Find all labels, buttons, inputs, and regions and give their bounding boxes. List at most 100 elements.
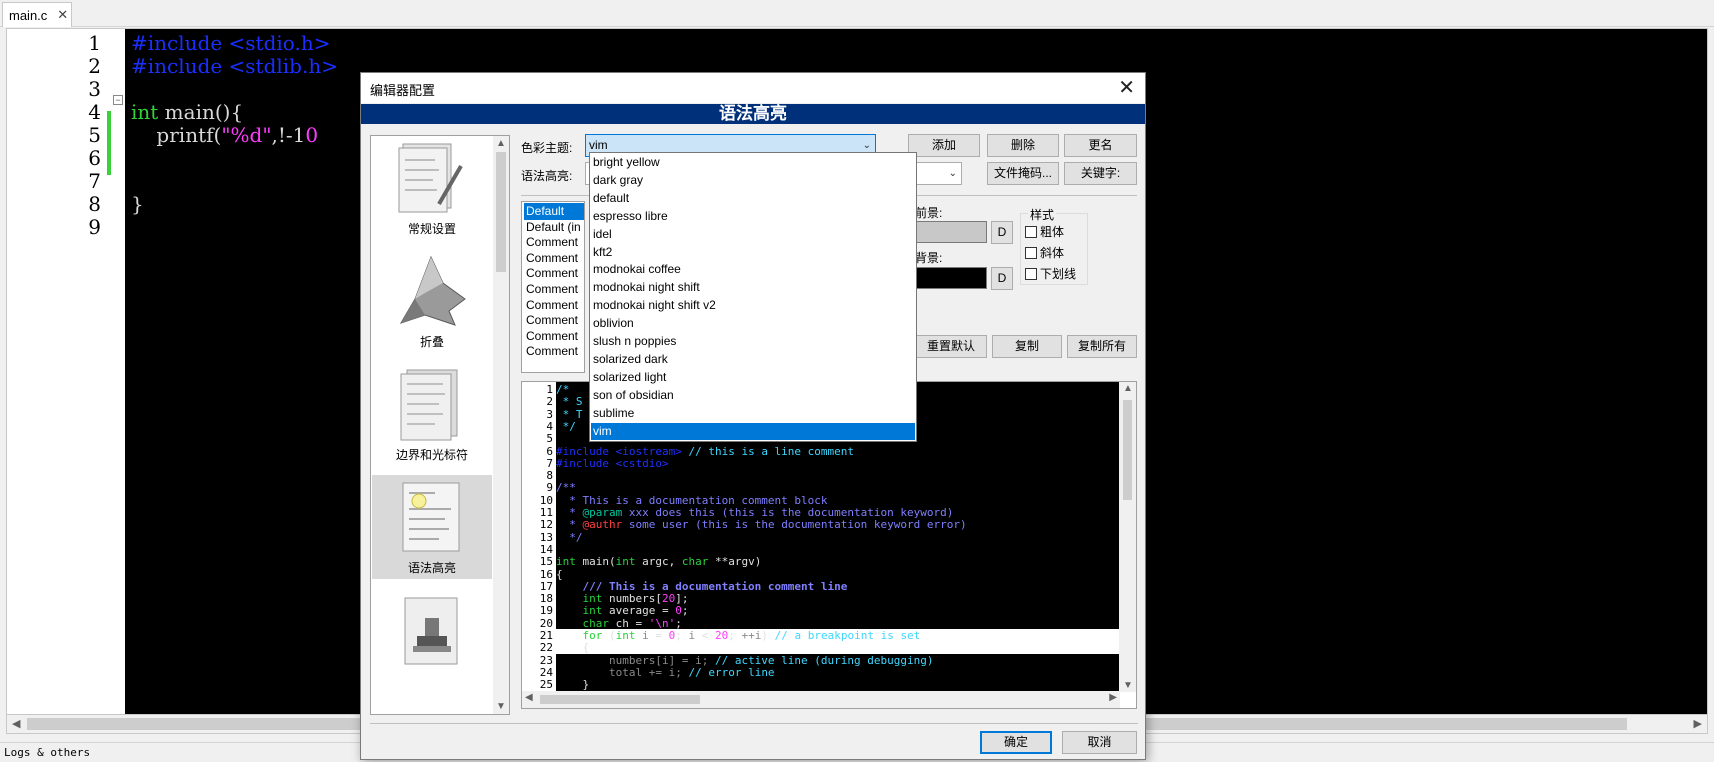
theme-option[interactable]: espresso libre xyxy=(591,208,915,225)
preview-line-number: 17 xyxy=(539,579,553,593)
nav-scrollbar[interactable]: ▲ ▼ xyxy=(493,136,509,714)
style-list-item[interactable]: Comment xyxy=(524,312,578,329)
preview-line-number: 7 xyxy=(546,456,553,470)
nav-item-general[interactable]: 常规设置 xyxy=(372,136,492,240)
theme-option[interactable]: vim xyxy=(591,422,915,440)
theme-option[interactable]: solarized dark xyxy=(591,351,915,368)
preview-line-number: 19 xyxy=(539,604,553,618)
preview-scroll-thumb[interactable] xyxy=(1123,400,1132,500)
preview-token: int xyxy=(615,555,636,569)
scroll-right-icon[interactable]: ▶ xyxy=(1694,717,1702,730)
preview-code-line: * S xyxy=(556,395,583,408)
scroll-down-icon[interactable]: ▼ xyxy=(1123,680,1133,691)
preview-line-number: 8 xyxy=(546,469,553,483)
preview-line-number: 4 xyxy=(546,419,553,433)
cancel-button[interactable]: 取消 xyxy=(1062,731,1137,754)
italic-checkbox[interactable]: 斜体 xyxy=(1025,244,1064,261)
preview-token: } xyxy=(556,678,590,692)
preview-token: // a breakpoint is set xyxy=(774,629,921,642)
scroll-left-icon[interactable]: ◀ xyxy=(12,717,20,730)
preview-code-line: numbers[i] = i; // active line (during d… xyxy=(556,654,934,667)
nav-scroll-thumb[interactable] xyxy=(496,152,506,272)
theme-option[interactable]: sublime xyxy=(591,405,915,422)
preview-token: /** xyxy=(556,481,576,495)
tab-label: main.c xyxy=(9,7,48,23)
preview-token: ( xyxy=(602,629,616,642)
delete-button[interactable]: 删除 xyxy=(987,134,1059,157)
line-number: 8 xyxy=(88,192,101,216)
theme-option[interactable]: bright yellow xyxy=(591,154,915,171)
style-list-item[interactable]: Comment xyxy=(524,250,578,267)
copy-all-button[interactable]: 复制所有 xyxy=(1067,335,1137,358)
nav-item-syntax[interactable]: 语法高亮 xyxy=(372,475,492,579)
file-masks-button[interactable]: 文件掩码... xyxy=(987,162,1059,185)
preview-code-line: * @param xxx does this (this is the docu… xyxy=(556,506,953,519)
style-list-item[interactable]: Comment xyxy=(524,297,578,314)
scroll-up-icon[interactable]: ▲ xyxy=(496,138,506,149)
code-line: #include <stdlib.h> xyxy=(131,54,338,78)
preview-token: int xyxy=(556,604,603,618)
foreground-default-button[interactable]: D xyxy=(991,221,1013,244)
color-theme-label: 色彩主题: xyxy=(521,141,573,155)
scroll-up-icon[interactable]: ▲ xyxy=(1123,383,1133,394)
style-list-item[interactable]: Default xyxy=(524,203,584,220)
code-token: ,!-1 xyxy=(271,123,306,147)
nav-item-margins[interactable]: 边界和光标符 xyxy=(372,362,492,466)
copy-button[interactable]: 复制 xyxy=(992,335,1062,358)
nav-item-folding[interactable]: 折叠 xyxy=(372,249,492,353)
close-icon[interactable]: ✕ xyxy=(1118,75,1135,100)
ok-button[interactable]: 确定 xyxy=(980,731,1052,754)
style-list-item[interactable]: Comment xyxy=(524,281,578,298)
preview-token: ) xyxy=(761,629,775,642)
preview-token: ; xyxy=(728,629,742,642)
fold-minus-icon[interactable]: − xyxy=(113,95,123,105)
theme-option[interactable]: solarized light xyxy=(591,369,915,386)
preview-vertical-scrollbar[interactable]: ▲ ▼ xyxy=(1119,382,1136,692)
preview-line-number: 13 xyxy=(539,530,553,544)
add-button[interactable]: 添加 xyxy=(908,134,980,157)
theme-option[interactable]: dark gray xyxy=(591,172,915,189)
theme-option[interactable]: kft2 xyxy=(591,244,915,261)
scroll-down-icon[interactable]: ▼ xyxy=(496,701,506,712)
nav-item-stamp[interactable] xyxy=(372,588,492,692)
scroll-left-icon[interactable]: ◀ xyxy=(525,692,533,703)
theme-option[interactable]: modnokai night shift v2 xyxy=(591,297,915,314)
preview-horizontal-scrollbar[interactable]: ◀ ▶ xyxy=(522,691,1120,708)
syntax-highlight-icon xyxy=(402,482,460,552)
color-theme-dropdown[interactable]: bright yellow dark gray default espresso li… xyxy=(589,152,917,442)
style-list-item[interactable]: Comment xyxy=(524,328,578,345)
theme-option[interactable]: son of obsidian xyxy=(591,387,915,404)
preview-token: main( xyxy=(575,555,616,569)
underline-checkbox[interactable]: 下划线 xyxy=(1025,265,1076,282)
scroll-right-icon[interactable]: ▶ xyxy=(1109,692,1117,703)
reset-default-button[interactable]: 重置默认 xyxy=(915,335,987,358)
background-default-button[interactable]: D xyxy=(991,267,1013,290)
bold-checkbox[interactable]: 粗体 xyxy=(1025,223,1064,240)
preview-code-line: int main(int argc, char **argv) xyxy=(556,555,761,568)
style-list-item[interactable]: Comment xyxy=(524,234,578,251)
tab-main-c[interactable]: main.c ✕ xyxy=(2,2,72,27)
rename-button[interactable]: 更名 xyxy=(1064,134,1137,157)
close-tab-icon[interactable]: ✕ xyxy=(57,7,68,23)
style-list[interactable]: Default Default (in Comment Comment Comment C… xyxy=(521,201,585,373)
theme-option[interactable]: default xyxy=(591,190,915,207)
preview-line-number: 5 xyxy=(546,432,553,446)
theme-option[interactable]: modnokai night shift xyxy=(591,279,915,296)
style-group-label: 样式 xyxy=(1028,206,1057,223)
theme-option[interactable]: idel xyxy=(591,226,915,243)
theme-option[interactable]: slush n poppies xyxy=(591,333,915,350)
theme-option[interactable]: modnokai coffee xyxy=(591,261,915,278)
background-color-swatch[interactable] xyxy=(915,267,987,289)
style-list-item[interactable]: Comment xyxy=(524,343,578,360)
preview-hscroll-thumb[interactable] xyxy=(540,695,700,704)
change-marker xyxy=(107,111,111,175)
preview-line-number: 12 xyxy=(539,518,553,532)
preview-token: i xyxy=(688,629,702,642)
theme-option[interactable]: oblivion xyxy=(591,315,915,332)
dialog-titlebar: 编辑器配置 ✕ xyxy=(361,73,1145,103)
style-list-item[interactable]: Comment xyxy=(524,265,578,282)
line-number: 2 xyxy=(88,54,101,78)
style-list-item[interactable]: Default (in xyxy=(524,219,581,236)
foreground-color-swatch[interactable] xyxy=(915,221,987,243)
keywords-button[interactable]: 关键字: xyxy=(1064,162,1137,185)
